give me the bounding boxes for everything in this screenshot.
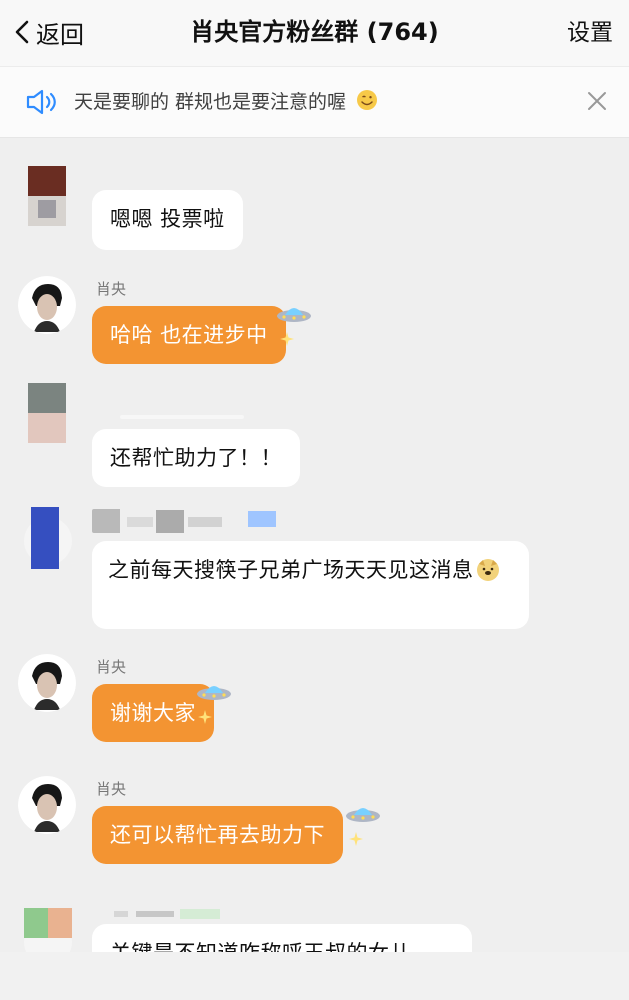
- chat-message: 关键是不知道咋称呼王叔的女儿: [0, 900, 629, 952]
- ufo-emoji: [277, 308, 311, 322]
- chat-message: 之前每天搜筷子兄弟广场天天见这消息: [0, 505, 629, 633]
- message-bubble[interactable]: 还可以帮忙再去助力下: [92, 806, 343, 864]
- speaker-icon: [26, 89, 56, 115]
- chat-title: 肖央官方粉丝群 (764): [190, 18, 439, 46]
- notice-text: 天是要聊的 群规也是要注意的喔: [74, 86, 378, 118]
- sender-name: 肖央: [96, 780, 127, 798]
- chat-message: 肖央 谢谢大家: [0, 650, 629, 750]
- message-bubble[interactable]: 关键是不知道咋称呼王叔的女儿: [92, 924, 472, 952]
- chat-header: 返回 肖央官方粉丝群 (764) 设置: [0, 0, 629, 66]
- ufo-emoji: [346, 808, 380, 822]
- input-bar-region: [0, 952, 629, 1000]
- sender-name: 肖央: [96, 280, 127, 298]
- avatar[interactable]: [18, 654, 76, 712]
- avatar[interactable]: [24, 507, 72, 569]
- chat-message: 肖央 还可以帮忙再去助力下: [0, 772, 629, 872]
- avatar[interactable]: [28, 166, 66, 226]
- message-bubble[interactable]: 还帮忙助力了！！: [92, 429, 300, 487]
- chat-message: 还帮忙助力了！！: [0, 383, 629, 493]
- sender-name-redacted: [92, 509, 276, 533]
- sender-name: 肖央: [96, 658, 127, 676]
- message-bubble[interactable]: 之前每天搜筷子兄弟广场天天见这消息: [92, 541, 529, 629]
- settings-button[interactable]: 设置: [567, 16, 613, 50]
- sparkle-emoji: [198, 710, 212, 724]
- avatar[interactable]: [24, 908, 72, 952]
- sparkle-emoji: [280, 332, 294, 346]
- doge-emoji: [476, 559, 499, 581]
- avatar[interactable]: [18, 776, 76, 834]
- message-bubble[interactable]: 嗯嗯 投票啦: [92, 190, 243, 250]
- notice-message: 天是要聊的 群规也是要注意的喔: [74, 91, 347, 113]
- sender-name-redacted: [120, 415, 244, 419]
- wink-emoji: [357, 90, 378, 110]
- group-notice-bar[interactable]: 天是要聊的 群规也是要注意的喔: [0, 66, 629, 138]
- avatar[interactable]: [18, 276, 76, 334]
- sparkle-emoji: [349, 832, 363, 846]
- chat-message: 肖央 哈哈 也在进步中: [0, 272, 629, 372]
- avatar[interactable]: [28, 383, 66, 443]
- message-text: 之前每天搜筷子兄弟广场天天见这消息: [108, 558, 474, 582]
- message-bubble[interactable]: 哈哈 也在进步中: [92, 306, 286, 364]
- close-icon[interactable]: [585, 89, 609, 113]
- chat-message: 嗯嗯 投票啦: [0, 160, 629, 260]
- ufo-emoji: [197, 686, 231, 700]
- sender-name-redacted: [114, 909, 220, 919]
